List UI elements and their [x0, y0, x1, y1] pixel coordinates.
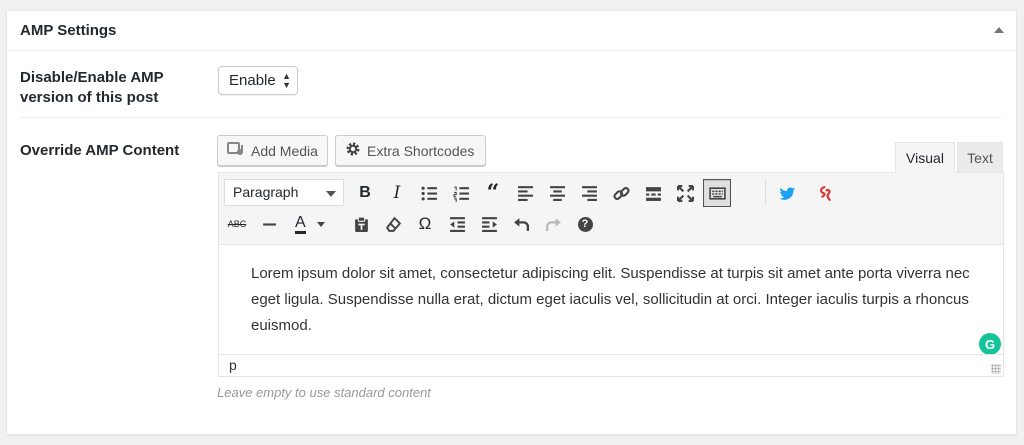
element-path[interactable]: p: [229, 357, 237, 373]
numbered-list-button[interactable]: [447, 179, 475, 207]
strikethrough-icon: ABC: [227, 219, 247, 229]
paste-text-icon: [354, 216, 368, 232]
row-divider: [20, 117, 1002, 118]
paste-text-button[interactable]: [347, 210, 375, 238]
blockquote-button[interactable]: “: [479, 179, 507, 207]
resize-handle-icon[interactable]: [991, 364, 1001, 374]
outdent-icon: [449, 216, 465, 232]
format-select-value: Paragraph: [233, 184, 299, 200]
fullscreen-icon: [676, 184, 694, 202]
extra-shortcodes-button[interactable]: Extra Shortcodes: [335, 135, 486, 166]
align-left-button[interactable]: [511, 179, 539, 207]
metabox-header[interactable]: AMP Settings: [7, 11, 1016, 51]
align-center-icon: [549, 185, 565, 201]
special-character-icon: Ω: [418, 214, 432, 233]
toolbar-separator: [765, 180, 766, 206]
link-icon: [612, 186, 630, 200]
help-text: Leave empty to use standard content: [217, 385, 431, 400]
redo-button[interactable]: [539, 210, 567, 238]
horizontal-line-icon: [262, 222, 276, 226]
redo-icon: [545, 217, 561, 231]
editor-toolbar: Paragraph B I “ ABC A Ω ?: [219, 173, 1003, 245]
twitter-button[interactable]: [773, 179, 801, 207]
indent-icon: [481, 216, 497, 232]
undo-button[interactable]: [507, 210, 535, 238]
amp-status-select[interactable]: Enable ▲ ▼: [218, 66, 298, 95]
special-character-button[interactable]: Ω: [411, 210, 439, 238]
link-button[interactable]: [607, 179, 635, 207]
numbered-list-icon: [453, 186, 469, 202]
horizontal-line-button[interactable]: [255, 210, 283, 238]
italic-button[interactable]: I: [383, 179, 411, 207]
clear-formatting-icon: [385, 216, 401, 232]
collapse-arrow-icon[interactable]: [994, 27, 1004, 33]
italic-icon: I: [393, 183, 401, 203]
read-more-icon: [645, 186, 661, 201]
add-media-button[interactable]: Add Media: [217, 135, 328, 166]
read-more-button[interactable]: [639, 179, 667, 207]
bold-button[interactable]: B: [351, 179, 379, 207]
grammarly-icon[interactable]: G: [979, 333, 1001, 355]
text-color-icon: A: [295, 214, 306, 234]
chevron-down-icon: [316, 221, 325, 227]
align-right-icon: [581, 185, 597, 201]
help-icon: ?: [577, 216, 593, 232]
editor-statusbar: p: [219, 354, 1003, 376]
clear-formatting-button[interactable]: [379, 210, 407, 238]
align-right-button[interactable]: [575, 179, 603, 207]
text-color-button[interactable]: A: [287, 210, 339, 238]
metabox-title: AMP Settings: [20, 22, 117, 39]
toolbar-toggle-button[interactable]: [703, 179, 731, 207]
override-content-label: Override AMP Content: [20, 142, 180, 159]
shortcode-icon: [819, 185, 831, 201]
format-select[interactable]: Paragraph: [224, 179, 344, 206]
shortcode-button[interactable]: [811, 179, 839, 207]
add-media-label: Add Media: [251, 142, 318, 159]
strikethrough-button[interactable]: ABC: [223, 210, 251, 238]
media-icon: [227, 141, 245, 160]
toolbar-toggle-icon: [708, 186, 726, 200]
indent-button[interactable]: [475, 210, 503, 238]
align-center-button[interactable]: [543, 179, 571, 207]
bullet-list-icon: [421, 186, 437, 200]
blockquote-icon: “: [486, 180, 500, 206]
help-button[interactable]: ?: [571, 210, 599, 238]
amp-settings-metabox: AMP Settings Disable/Enable AMP version …: [6, 10, 1017, 435]
editor-content[interactable]: Lorem ipsum dolor sit amet, consectetur …: [251, 261, 991, 339]
gear-icon: [345, 141, 361, 160]
undo-icon: [513, 217, 529, 231]
twitter-icon: [779, 186, 795, 200]
tab-text[interactable]: Text: [957, 142, 1003, 173]
bullet-list-button[interactable]: [415, 179, 443, 207]
amp-status-selected: Enable: [229, 72, 276, 89]
amp-status-label: Disable/Enable AMP version of this post: [20, 69, 164, 106]
wysiwyg-editor: Paragraph B I “ ABC A Ω ? Lorem ipsum do…: [218, 172, 1004, 377]
align-left-icon: [517, 185, 533, 201]
fullscreen-button[interactable]: [671, 179, 699, 207]
extra-shortcodes-label: Extra Shortcodes: [367, 142, 475, 159]
tab-visual[interactable]: Visual: [895, 142, 955, 173]
chevron-down-icon: [326, 191, 336, 197]
select-arrows-icon: ▲ ▼: [282, 71, 291, 90]
outdent-button[interactable]: [443, 210, 471, 238]
bold-icon: B: [359, 184, 371, 201]
